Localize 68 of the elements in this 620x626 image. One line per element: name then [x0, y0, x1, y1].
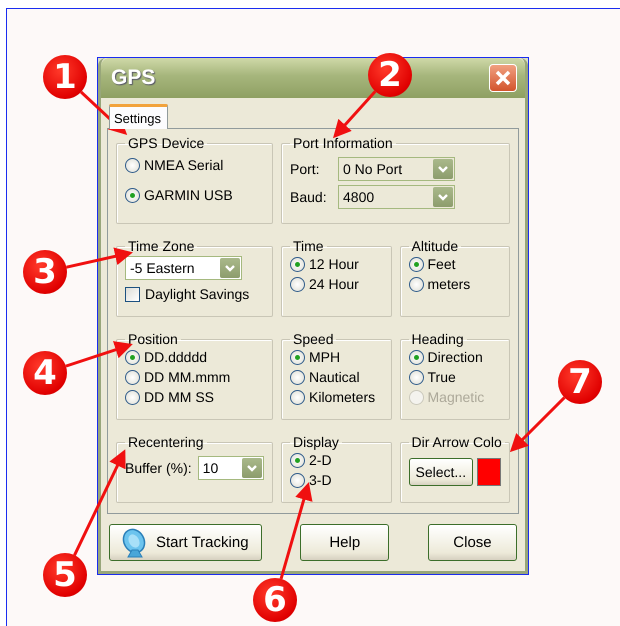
radio-button[interactable] [408, 276, 424, 292]
radio-label: GARMIN USB [144, 187, 233, 203]
close-button[interactable] [489, 64, 517, 92]
caret-icon [433, 187, 453, 207]
radio-label: DD.ddddd [144, 349, 208, 365]
radio-button[interactable] [290, 472, 305, 488]
callout-arrow [510, 396, 566, 452]
radio-label: Kilometers [309, 389, 376, 405]
radio-label: MPH [309, 349, 340, 365]
start-tracking-button[interactable]: Start Tracking [109, 524, 262, 561]
radio-button[interactable] [290, 370, 305, 384]
radio-label: 12 Hour [309, 256, 359, 272]
group-title: Port Information [292, 135, 394, 151]
group-title: Time [292, 238, 325, 254]
radio-label: Direction [428, 349, 483, 365]
radio-label: meters [428, 276, 470, 292]
checkbox-label: Daylight Savings [145, 286, 250, 302]
caret-icon [433, 159, 453, 179]
dropdown[interactable]: 10 [198, 456, 264, 480]
radio-button[interactable] [290, 256, 305, 272]
radio-button[interactable] [290, 350, 305, 364]
dialog-button[interactable]: Close [428, 524, 517, 561]
caret-icon [242, 458, 262, 478]
radio-label: 3-D [309, 472, 332, 488]
close-icon [494, 69, 512, 87]
window-title: GPS [111, 66, 156, 90]
radio-label: 2-D [309, 452, 332, 468]
radio-label: DD MM SS [144, 389, 214, 405]
dropdown[interactable]: -5 Eastern [125, 256, 242, 280]
group-title: Display [292, 434, 340, 450]
radio-button[interactable] [408, 350, 424, 364]
caret-icon [220, 258, 240, 278]
radio-label: DD MM.mmm [144, 369, 230, 385]
group-title: GPS Device [127, 135, 206, 151]
radio-button[interactable] [408, 370, 424, 384]
tab[interactable]: Settings [109, 104, 168, 129]
field-label: Baud: [290, 189, 328, 205]
radio-label: Feet [428, 256, 456, 272]
group-title: Recentering [127, 434, 204, 450]
radio-button[interactable] [125, 158, 140, 172]
group-title: Altitude [410, 238, 460, 254]
satellite-dish-icon [122, 528, 148, 558]
radio-label: Nautical [309, 369, 360, 385]
radio-label: Magnetic [428, 389, 484, 405]
radio-label: NMEA Serial [144, 157, 224, 173]
dropdown[interactable]: 4800 [338, 185, 455, 209]
radio-button[interactable] [125, 188, 140, 202]
select-color-button[interactable]: Select... [408, 458, 474, 486]
group-title: Heading [410, 331, 465, 347]
dropdown[interactable]: 0 No Port [338, 157, 455, 181]
radio-button[interactable] [408, 256, 424, 272]
radio-button[interactable] [125, 350, 140, 364]
radio-label: True [428, 369, 456, 385]
group-title: Dir Arrow Colo [410, 434, 503, 450]
radio-label: 24 Hour [309, 276, 359, 292]
checkbox[interactable] [125, 286, 140, 302]
radio-button[interactable] [290, 390, 305, 404]
group-title: Speed [292, 331, 334, 347]
dialog-button[interactable]: Help [300, 524, 390, 561]
group-title: Time Zone [127, 238, 196, 254]
field-label: Buffer (%): [125, 460, 192, 476]
radio-button[interactable] [290, 452, 305, 468]
field-label: Port: [290, 161, 321, 177]
group-title: Position [127, 331, 179, 347]
radio-button[interactable] [125, 370, 140, 384]
callout-arrow [333, 90, 376, 138]
radio-button[interactable] [125, 390, 140, 404]
radio-button[interactable] [290, 276, 305, 292]
